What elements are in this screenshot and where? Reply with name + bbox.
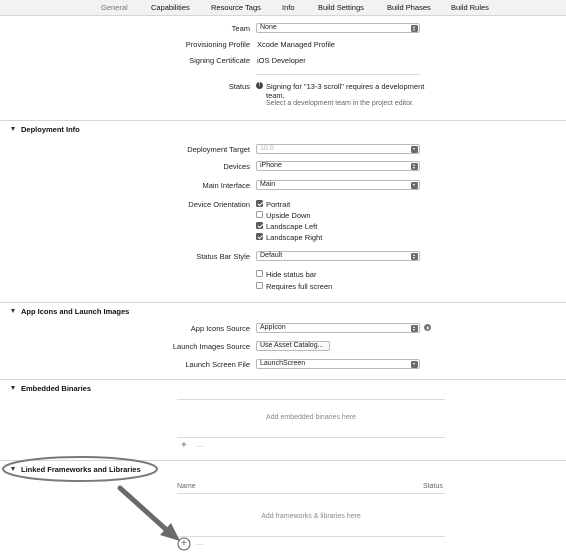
hide-status-bar-checkbox[interactable] [256,270,263,277]
tab-general[interactable]: General [101,3,128,12]
devices-label: Devices [223,162,250,171]
warning-icon: ! [256,82,263,89]
disclosure-triangle-icon[interactable] [11,127,15,131]
table-bottom-border [177,536,445,537]
deployment-target-label: Deployment Target [187,145,250,154]
tab-capabilities[interactable]: Capabilities [151,3,190,12]
landscape-left-checkbox[interactable] [256,222,263,229]
team-select[interactable]: None [256,23,420,33]
landscape-left-label: Landscape Left [266,222,318,231]
disclosure-triangle-icon[interactable] [11,386,15,390]
app-icons-source-label: App Icons Source [190,324,250,333]
tab-resource-tags[interactable]: Resource Tags [211,3,261,12]
frameworks-placeholder: Add frameworks & libraries here [261,513,361,520]
deployment-target-value: 10.0 [260,145,274,152]
landscape-right-label: Landscape Right [266,233,323,242]
embedded-binaries-placeholder: Add embedded binaries here [266,414,356,421]
app-icons-source-select[interactable]: AppIcon [256,323,420,333]
status-label: Status [228,82,250,91]
chevron-down-icon [411,360,418,368]
status-message-line1: Signing for "13-3 scroll" requires a dev… [266,82,425,91]
annotation-arrow-shaft [117,485,173,536]
remove-embedded-binary-button[interactable]: — [196,443,203,450]
provisioning-profile-value: Xcode Managed Profile [257,40,335,49]
table-top-border [177,399,445,400]
main-interface-combo[interactable]: Main [256,180,420,190]
stepper-icon [411,162,418,170]
stepper-icon [411,24,418,32]
stepper-icon [411,252,418,260]
upside-down-checkbox[interactable] [256,211,263,218]
upside-down-label: Upside Down [266,211,311,220]
divider [256,74,420,75]
annotation-arrow-head [160,523,180,541]
section-title: Embedded Binaries [21,384,92,393]
go-to-arrow-icon[interactable] [424,324,431,331]
devices-select[interactable]: iPhone [256,161,420,171]
status-message-hint: Select a development team in the project… [266,100,414,107]
main-interface-value: Main [260,181,276,188]
section-title: Linked Frameworks and Libraries [21,465,141,474]
status-bar-style-select[interactable]: Default [256,251,420,261]
stepper-icon [411,324,418,332]
tab-build-rules[interactable]: Build Rules [451,3,489,12]
team-label: Team [231,24,250,33]
devices-value: iPhone [260,162,282,169]
app-icons-header[interactable]: App Icons and Launch Images [0,302,566,318]
linked-frameworks-header[interactable]: Linked Frameworks and Libraries [0,460,566,476]
hide-status-bar-label: Hide status bar [266,270,317,279]
portrait-checkbox[interactable] [256,200,263,207]
add-framework-button[interactable]: + [181,538,187,549]
chevron-down-icon [411,181,418,189]
add-embedded-binary-button[interactable]: + [181,440,187,451]
disclosure-triangle-icon[interactable] [11,467,15,471]
deployment-target-combo[interactable]: 10.0 [256,144,420,154]
table-header-border [177,493,445,494]
launch-images-source-label: Launch Images Source [172,342,250,351]
landscape-right-checkbox[interactable] [256,233,263,240]
status-bar-style-label: Status Bar Style [196,252,250,261]
editor-tab-bar: General Capabilities Resource Tags Info … [0,0,566,16]
name-column-header[interactable]: Name [177,483,196,490]
section-title: App Icons and Launch Images [21,307,130,316]
use-asset-catalog-button[interactable]: Use Asset Catalog... [256,341,330,351]
status-column-header[interactable]: Status [423,483,443,490]
remove-framework-button[interactable]: — [196,541,203,548]
deployment-info-header[interactable]: Deployment Info [0,120,566,136]
tab-build-phases[interactable]: Build Phases [387,3,431,12]
disclosure-triangle-icon[interactable] [11,309,15,313]
embedded-binaries-header[interactable]: Embedded Binaries [0,379,566,395]
tab-info[interactable]: Info [282,3,295,12]
main-interface-label: Main Interface [202,181,250,190]
team-value: None [260,24,277,31]
signing-certificate-value: iOS Developer [257,56,306,65]
portrait-label: Portrait [266,200,291,209]
section-title: Deployment Info [21,125,80,134]
status-bar-style-value: Default [260,252,283,259]
app-icons-source-value: AppIcon [260,324,286,331]
table-bottom-border [177,437,445,438]
status-message-line2: team. [266,91,285,100]
chevron-down-icon [411,145,418,153]
requires-full-screen-checkbox[interactable] [256,282,263,289]
provisioning-profile-label: Provisioning Profile [185,40,250,49]
signing-certificate-label: Signing Certificate [189,56,250,65]
device-orientation-label: Device Orientation [188,200,250,209]
tab-build-settings[interactable]: Build Settings [318,3,364,12]
launch-screen-file-value: LaunchScreen [260,360,306,367]
launch-screen-file-label: Launch Screen File [185,360,250,369]
requires-full-screen-label: Requires full screen [266,282,333,291]
launch-screen-file-combo[interactable]: LaunchScreen [256,359,420,369]
